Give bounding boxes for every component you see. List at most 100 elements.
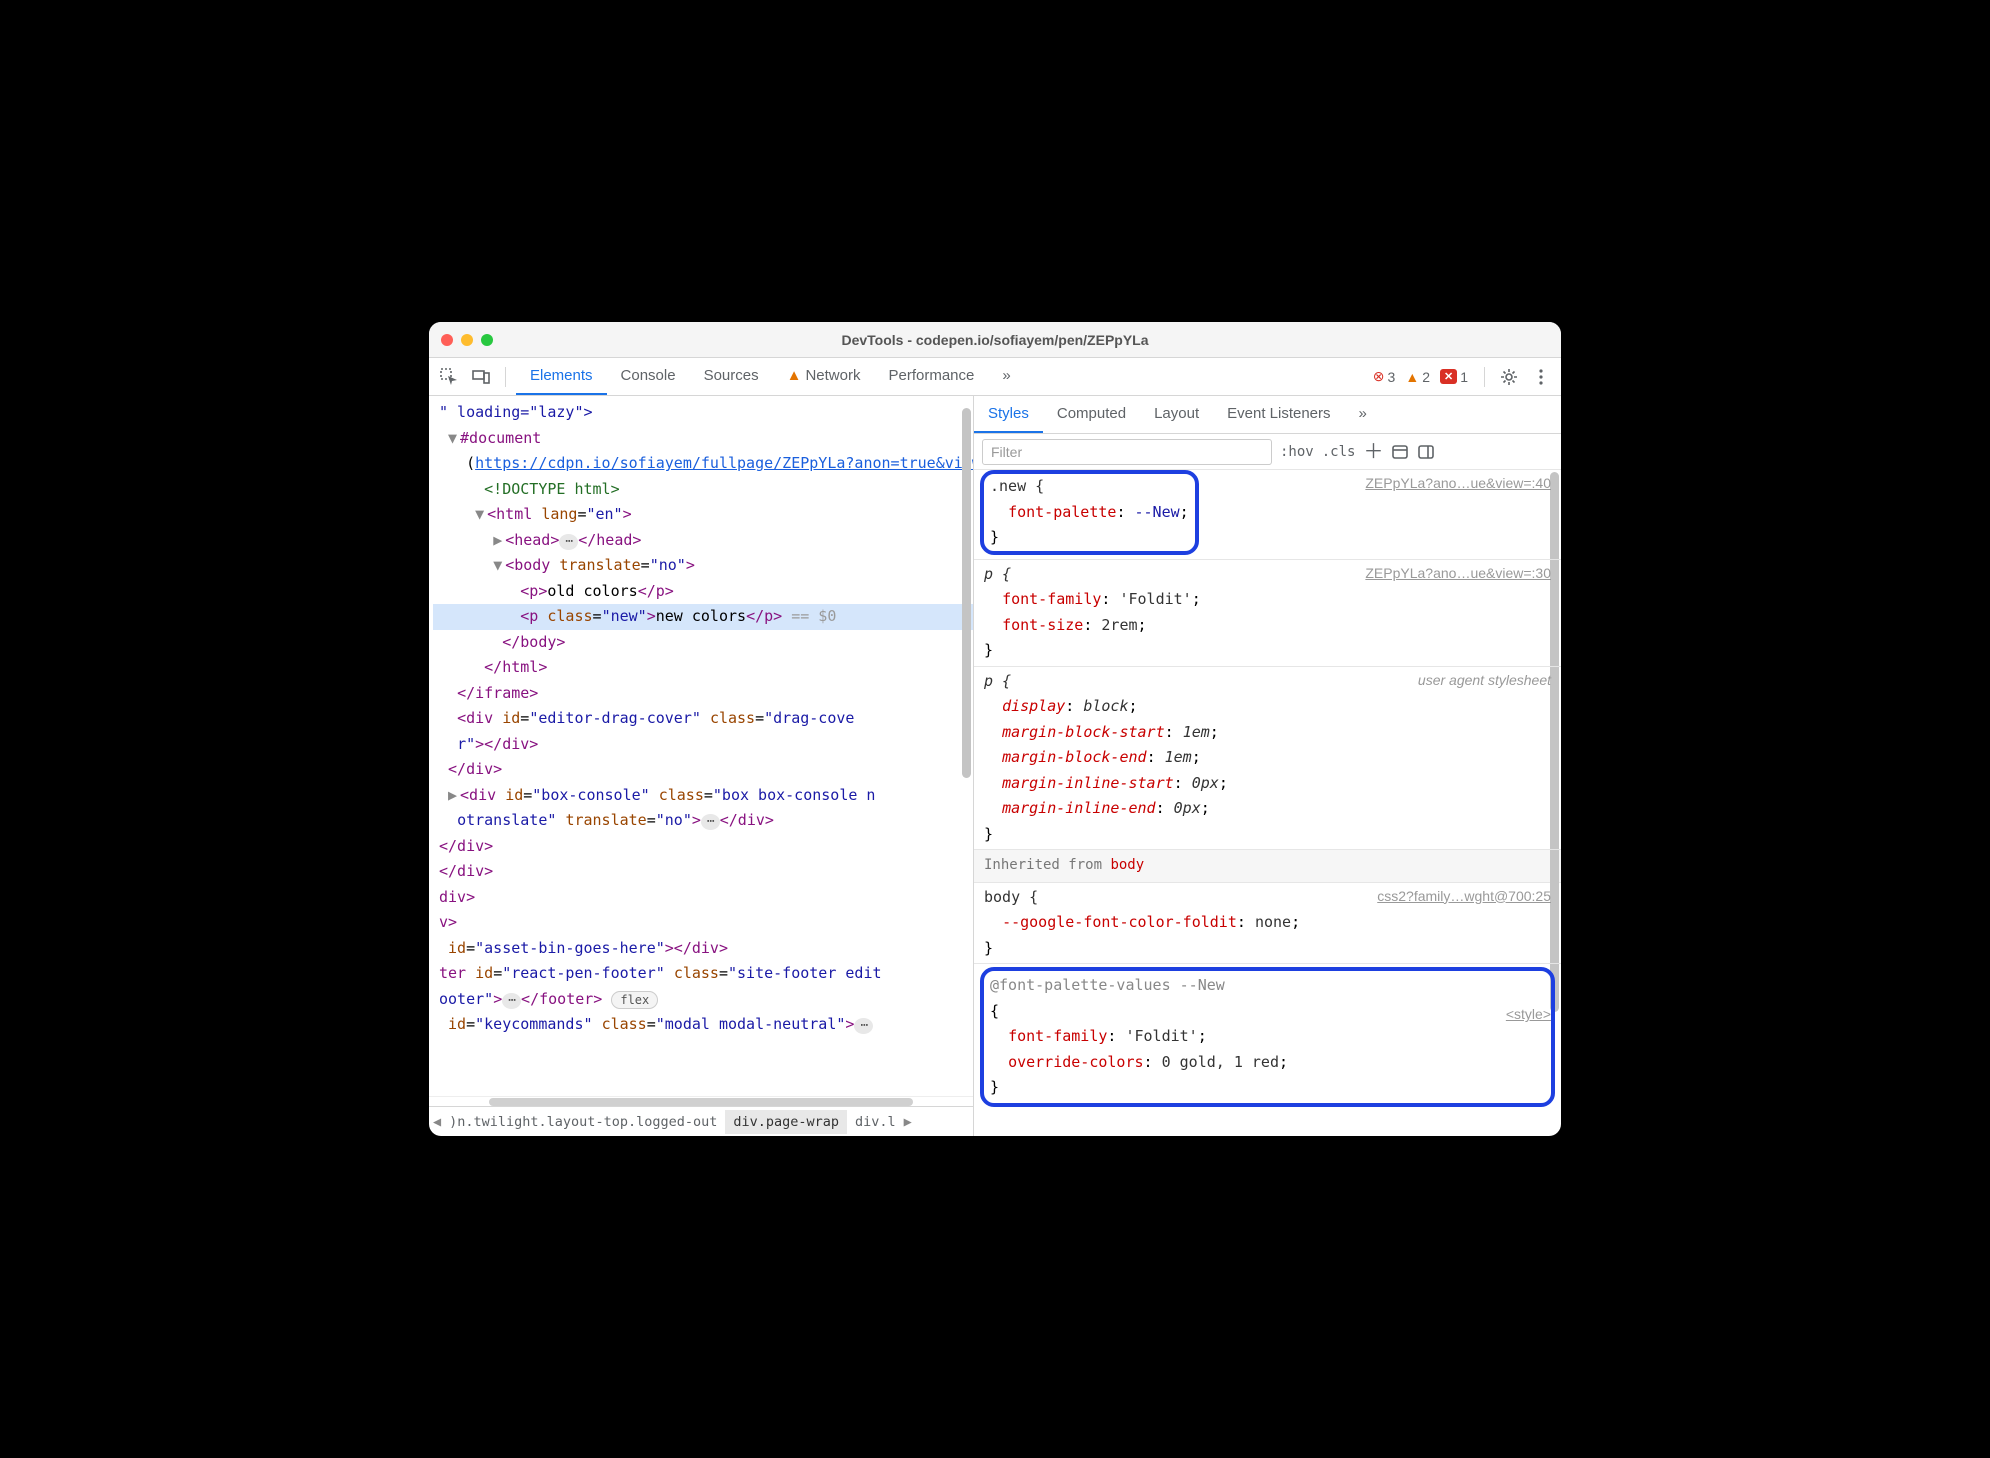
dom-text: new colors xyxy=(656,607,746,625)
style-prop: font-palette xyxy=(1008,503,1116,521)
ellipsis-icon[interactable]: ⋯ xyxy=(854,1018,873,1034)
kebab-menu-icon[interactable] xyxy=(1527,363,1555,391)
flex-badge[interactable]: flex xyxy=(611,991,658,1009)
style-prop: override-colors xyxy=(1008,1053,1143,1071)
styles-tabstrip: Styles Computed Layout Event Listeners » xyxy=(974,396,1561,434)
style-rule[interactable]: css2?family…wght@700:25 body { --google-… xyxy=(974,883,1561,965)
inherit-label: Inherited from xyxy=(984,857,1110,873)
crumb-item[interactable]: div.page-wrap xyxy=(725,1110,847,1134)
close-window-icon[interactable] xyxy=(441,334,453,346)
crumb-scroll-right-icon[interactable]: ▶ xyxy=(904,1114,912,1130)
style-val: 'Foldit' xyxy=(1125,1027,1197,1045)
disclosure-triangle-icon[interactable]: ▼ xyxy=(493,553,505,579)
disclosure-triangle-icon[interactable]: ▼ xyxy=(448,426,460,452)
style-prop: margin-inline-end xyxy=(1002,799,1156,817)
error-count[interactable]: ⊗3 xyxy=(1373,368,1396,385)
style-rule[interactable]: ZEPpYLa?ano…ue&view=:30 p { font-family:… xyxy=(974,560,1561,667)
style-prop: margin-inline-start xyxy=(1002,774,1174,792)
new-style-rule-icon[interactable]: ＋ xyxy=(1363,442,1383,462)
traffic-lights xyxy=(441,334,493,346)
dom-document: #document xyxy=(460,429,541,447)
inspect-element-icon[interactable] xyxy=(435,363,463,391)
tab-layout[interactable]: Layout xyxy=(1140,396,1213,433)
top-tabstrip: Elements Console Sources ▲Network Perfor… xyxy=(516,358,1025,395)
toolbar-divider xyxy=(1484,367,1485,387)
styles-pane: Styles Computed Layout Event Listeners »… xyxy=(974,396,1561,1136)
zoom-window-icon[interactable] xyxy=(481,334,493,346)
rule-selector: body { xyxy=(984,888,1038,906)
style-prop: font-family xyxy=(1002,590,1101,608)
ellipsis-icon[interactable]: ⋯ xyxy=(502,993,521,1009)
styles-filter-input[interactable]: Filter xyxy=(982,439,1272,465)
style-val: 1em xyxy=(1165,748,1192,766)
style-rule[interactable]: ZEPpYLa?ano…ue&view=:40 .new { font-pale… xyxy=(974,470,1561,560)
dom-selected-row[interactable]: <p class="new">new colors</p> == $0 xyxy=(433,604,973,630)
elements-pane: " loading="lazy"> ▼#document (https://cd… xyxy=(429,396,974,1136)
tab-styles[interactable]: Styles xyxy=(974,396,1043,433)
rule-selector: .new { xyxy=(990,477,1044,495)
style-val: 0px xyxy=(1192,774,1219,792)
tab-sources[interactable]: Sources xyxy=(690,358,773,395)
disclosure-triangle-icon[interactable]: ▼ xyxy=(475,502,487,528)
settings-icon[interactable] xyxy=(1495,363,1523,391)
rule-origin-link[interactable]: <style> xyxy=(1506,1003,1551,1027)
dom-document-link[interactable]: https://cdpn.io/sofiayem/fullpage/ZEPpYL… xyxy=(475,454,973,472)
devtools-toolbar: Elements Console Sources ▲Network Perfor… xyxy=(429,358,1561,396)
disclosure-triangle-icon[interactable]: ▶ xyxy=(448,783,460,809)
tabs-overflow[interactable]: » xyxy=(988,358,1024,395)
disclosure-triangle-icon[interactable]: ▶ xyxy=(493,528,505,554)
dom-paren: ( xyxy=(466,454,475,472)
style-val: none xyxy=(1255,913,1291,931)
tab-computed[interactable]: Computed xyxy=(1043,396,1140,433)
crumb-item[interactable]: div.l xyxy=(847,1110,904,1134)
warning-count[interactable]: ▲2 xyxy=(1405,369,1430,385)
style-val: 0px xyxy=(1174,799,1201,817)
hov-toggle[interactable]: :hov xyxy=(1280,444,1314,460)
ellipsis-icon[interactable]: ⋯ xyxy=(701,814,720,830)
style-val: 0 gold, 1 red xyxy=(1162,1053,1279,1071)
dom-text: old colors xyxy=(547,582,637,600)
message-count[interactable]: ✕1 xyxy=(1440,369,1468,385)
minimize-window-icon[interactable] xyxy=(461,334,473,346)
crumb-scroll-left-icon[interactable]: ◀ xyxy=(433,1114,441,1130)
rule-open: { xyxy=(990,1002,999,1020)
cls-toggle[interactable]: .cls xyxy=(1322,444,1356,460)
toolbar-divider xyxy=(505,367,506,387)
crumb-item[interactable]: )n.twilight.layout-top.logged-out xyxy=(441,1110,725,1134)
styles-tabs-overflow[interactable]: » xyxy=(1345,396,1381,433)
tab-elements[interactable]: Elements xyxy=(516,358,607,395)
toggle-sidebar-icon[interactable] xyxy=(1417,443,1435,461)
computed-styles-toggle-icon[interactable] xyxy=(1391,443,1409,461)
ellipsis-icon[interactable]: ⋯ xyxy=(559,534,578,550)
device-toggle-icon[interactable] xyxy=(467,363,495,391)
dom-stray: div> xyxy=(439,888,475,906)
highlighted-rule: @font-palette-values --New { font-family… xyxy=(980,967,1555,1107)
tab-network-label: Network xyxy=(805,367,860,384)
rule-origin-link[interactable]: css2?family…wght@700:25 xyxy=(1377,885,1551,909)
message-icon: ✕ xyxy=(1440,369,1457,384)
styles-toolbar: Filter :hov .cls ＋ xyxy=(974,434,1561,470)
tab-performance[interactable]: Performance xyxy=(874,358,988,395)
dom-horizontal-scrollbar[interactable] xyxy=(429,1096,973,1106)
issue-counts: ⊗3 ▲2 ✕1 xyxy=(1373,368,1468,385)
inherited-from: Inherited from body xyxy=(974,850,1561,883)
tab-network[interactable]: ▲Network xyxy=(773,358,875,395)
style-val: 'Foldit' xyxy=(1119,590,1191,608)
style-val: 2rem xyxy=(1101,616,1137,634)
dom-scroll-thumb[interactable] xyxy=(962,398,971,1094)
style-rule[interactable]: user agent stylesheet p { display: block… xyxy=(974,667,1561,851)
rule-close: } xyxy=(990,528,999,546)
styles-rules[interactable]: ZEPpYLa?ano…ue&view=:40 .new { font-pale… xyxy=(974,470,1561,1136)
rule-selector: p { xyxy=(984,672,1011,690)
error-icon: ⊗ xyxy=(1373,368,1385,385)
style-prop: font-size xyxy=(1002,616,1083,634)
tab-console[interactable]: Console xyxy=(607,358,690,395)
rule-origin-link[interactable]: ZEPpYLa?ano…ue&view=:40 xyxy=(1365,472,1551,496)
style-prop: margin-block-end xyxy=(1002,748,1147,766)
dom-tree[interactable]: " loading="lazy"> ▼#document (https://cd… xyxy=(429,396,973,1096)
rule-origin-link[interactable]: ZEPpYLa?ano…ue&view=:30 xyxy=(1365,562,1551,586)
tab-event-listeners[interactable]: Event Listeners xyxy=(1213,396,1344,433)
dom-doctype: <!DOCTYPE html> xyxy=(484,480,619,498)
style-val: --New xyxy=(1135,503,1180,521)
inherit-source[interactable]: body xyxy=(1110,857,1144,873)
